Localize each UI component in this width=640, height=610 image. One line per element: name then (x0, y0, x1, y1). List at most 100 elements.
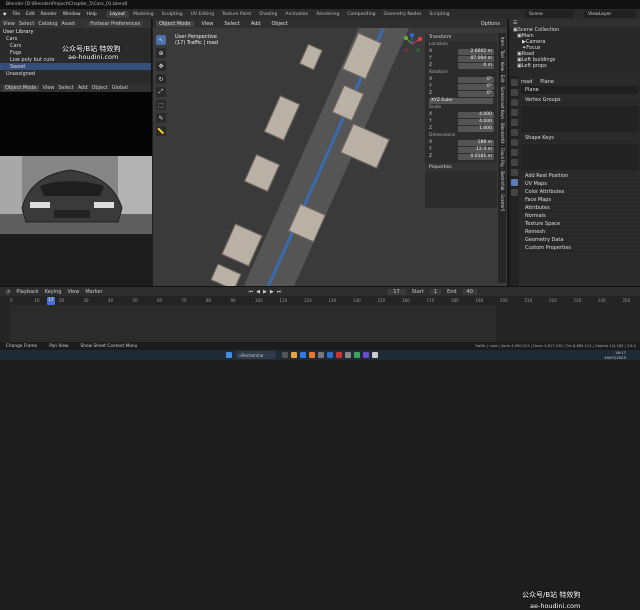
scale-tool-icon[interactable]: ⤢ (156, 87, 166, 97)
object-props-icon[interactable] (510, 139, 518, 146)
camera-mode-dropdown[interactable]: Object Mode (3, 85, 39, 91)
camera-menu-add[interactable]: Add (78, 85, 88, 91)
asset-menu-view[interactable]: View (3, 21, 15, 27)
building[interactable] (210, 263, 242, 286)
render-props-icon[interactable] (510, 89, 518, 96)
viewport-mode-dropdown[interactable]: Object Mode (156, 20, 194, 27)
start-frame-field[interactable]: 1 (429, 288, 442, 295)
vertex-groups-list[interactable] (521, 106, 639, 132)
viewport-menu-select[interactable]: Select (221, 21, 242, 27)
camera-orientation[interactable]: Global (112, 85, 128, 91)
dimension-z-field[interactable]: 0.0181 m (458, 153, 494, 160)
tab-modeling[interactable]: Modeling (129, 11, 157, 18)
app-icon[interactable] (318, 352, 324, 358)
outliner-row[interactable]: ▣ Left props (509, 63, 640, 69)
tab-scripting[interactable]: Scripting (426, 11, 454, 18)
next-key-icon[interactable]: ▶ (270, 289, 274, 295)
tab-shading[interactable]: Shading (255, 11, 281, 18)
rotate-tool-icon[interactable]: ↻ (156, 74, 166, 84)
scale-x-field[interactable]: 4.000 (458, 111, 494, 118)
menu-render[interactable]: Render (38, 12, 60, 17)
transform-tool-icon[interactable]: ⬚ (156, 100, 166, 110)
particles-props-icon[interactable] (510, 159, 518, 166)
tab-animation[interactable]: Animation (281, 11, 312, 18)
jump-end-icon[interactable]: ⏭ (277, 289, 282, 295)
view-layer-props-icon[interactable] (510, 109, 518, 116)
timeline-menu-view[interactable]: View (67, 289, 79, 295)
dimension-x-field[interactable]: 188 m (458, 139, 494, 146)
end-frame-field[interactable]: 40 (462, 288, 477, 295)
rotation-z-field[interactable]: 0° (458, 90, 494, 97)
3d-viewport[interactable]: Object Mode View Select Add Object Optio… (153, 19, 507, 286)
catalog-item[interactable]: Unassigned (0, 70, 151, 77)
windows-start-icon[interactable] (226, 352, 232, 358)
asset-menu-select[interactable]: Select (19, 21, 34, 27)
library-selector[interactable]: User Library (0, 28, 151, 35)
menu-edit[interactable]: Edit (23, 12, 38, 17)
side-tab-cloudrig[interactable]: Cloud Rig (500, 148, 505, 167)
camera-menu-select[interactable]: Select (58, 85, 73, 91)
rotation-y-field[interactable]: 0° (458, 83, 494, 90)
scene-props-icon[interactable] (510, 119, 518, 126)
asset-menu-catalog[interactable]: Catalog (38, 21, 57, 27)
outliner-filter-icon[interactable]: ☰ (513, 20, 517, 26)
section-geometry-data[interactable]: Geometry Data (521, 236, 639, 244)
section-uv-maps[interactable]: UV Maps (521, 180, 639, 188)
catalog-item-selected[interactable]: Sweet (0, 63, 151, 70)
jump-start-icon[interactable]: ⏮ (249, 289, 254, 295)
section-attributes[interactable]: Attributes (521, 204, 639, 212)
app-icon[interactable] (372, 352, 378, 358)
view-layer-selector[interactable]: ViewLayer (584, 10, 636, 18)
viewport-menu-add[interactable]: Add (248, 21, 264, 27)
tab-layout[interactable]: Layout (105, 10, 130, 18)
timeline-menu-playback[interactable]: Playback (16, 289, 38, 295)
viewport-menu-object[interactable]: Object (269, 21, 291, 27)
world-props-icon[interactable] (510, 129, 518, 136)
timeline-editor-icon[interactable]: ◷ (6, 289, 10, 295)
properties-header[interactable]: Properties (425, 163, 497, 171)
material-props-icon[interactable] (510, 189, 518, 196)
scale-y-field[interactable]: 4.000 (458, 118, 494, 125)
scale-z-field[interactable]: 1.000 (458, 125, 494, 132)
menu-window[interactable]: Window (60, 12, 84, 17)
play-icon[interactable]: ▶ (263, 289, 267, 295)
location-x-field[interactable]: 2.6602 m (458, 48, 494, 55)
timeline-ruler[interactable]: 0 10 20 30 40 50 60 70 80 90 100 110 120 130 140 150 160… (0, 298, 640, 304)
side-tab-edit[interactable]: Edit (500, 75, 505, 83)
timeline-playhead[interactable]: 17 (47, 297, 55, 305)
side-tab-scatter[interactable]: Scatter5 (500, 194, 505, 211)
blender-logo-icon[interactable]: ◆ (0, 12, 9, 17)
edge-browser-icon[interactable] (300, 352, 306, 358)
annotate-tool-icon[interactable]: ✎ (156, 113, 166, 123)
road-mesh[interactable] (235, 19, 417, 286)
physics-props-icon[interactable] (510, 169, 518, 176)
timeline-frame-range[interactable] (10, 305, 496, 343)
prev-key-icon[interactable]: ◀ (256, 289, 260, 295)
side-tab-item[interactable]: Item (500, 37, 505, 46)
section-vertex-groups[interactable]: Vertex Groups (521, 96, 639, 104)
app-icon[interactable] (345, 352, 351, 358)
add-rest-position-checkbox[interactable]: Add Rest Position (521, 172, 639, 180)
tab-sculpting[interactable]: Sculpting (158, 11, 187, 18)
asset-menu-asset[interactable]: Asset (62, 21, 76, 27)
section-color-attributes[interactable]: Color Attributes (521, 188, 639, 196)
modifier-props-icon[interactable] (510, 149, 518, 156)
viewport-options[interactable]: Options (478, 21, 503, 27)
side-tab-screencast[interactable]: Screencast Keys (500, 86, 505, 119)
select-tool-icon[interactable]: ↖ (156, 35, 166, 45)
side-tab-tool[interactable]: Tool (500, 50, 505, 58)
timeline-menu-keying[interactable]: Keying (45, 289, 62, 295)
shape-keys-list[interactable] (521, 144, 639, 170)
mesh-datablock-field[interactable]: Plane (521, 86, 639, 94)
tab-compositing[interactable]: Compositing (343, 11, 379, 18)
tab-geometry-nodes[interactable]: Geometry Nodes (380, 11, 426, 18)
building[interactable] (299, 43, 323, 71)
preferences-dropdown[interactable]: Forbear Preferences (87, 20, 144, 27)
location-z-field[interactable]: 0 m (458, 62, 494, 69)
move-tool-icon[interactable]: ✥ (156, 61, 166, 71)
menu-file[interactable]: File (9, 12, 23, 17)
rotation-mode-dropdown[interactable]: XYZ Euler (429, 97, 493, 104)
blender-taskbar-icon[interactable] (309, 352, 315, 358)
section-texture-space[interactable]: Texture Space (521, 220, 639, 228)
camera-menu-object[interactable]: Object (92, 85, 108, 91)
